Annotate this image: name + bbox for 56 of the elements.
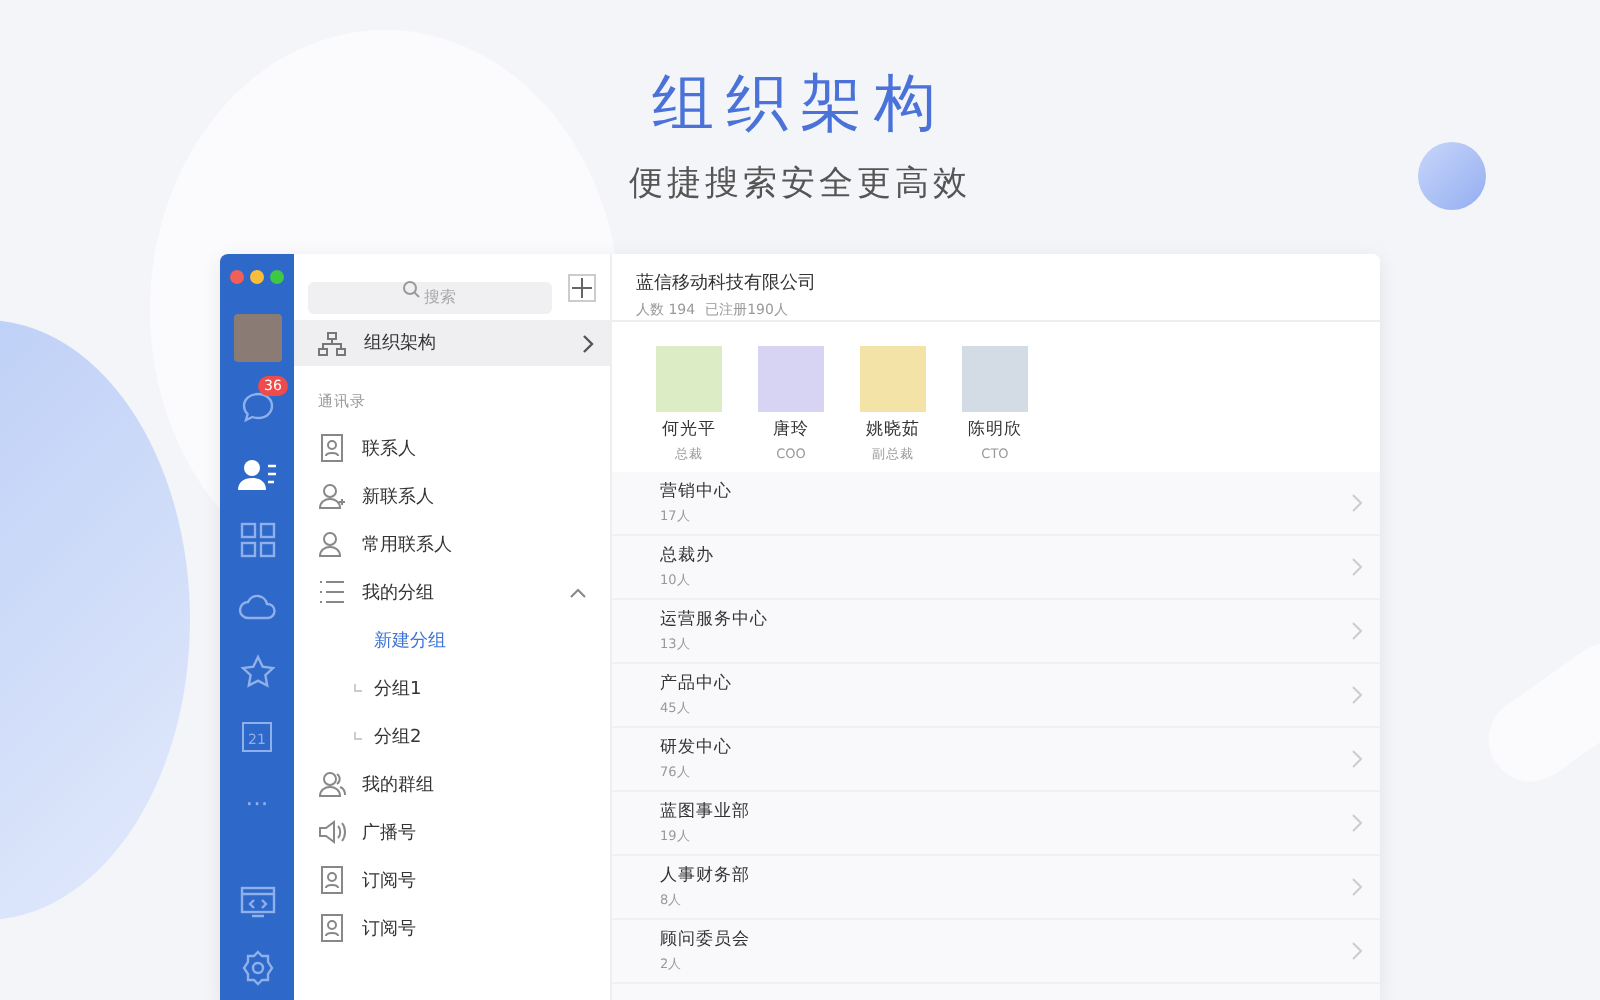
contact-list-item[interactable]: 我的群组 [294,760,610,808]
chat-icon [239,389,275,425]
minimize-icon[interactable] [250,270,264,284]
maximize-icon[interactable] [270,270,284,284]
org-chart-item[interactable]: 组织架构 [294,320,610,366]
avatar-placeholder[interactable] [233,314,281,362]
contact-list-item[interactable]: 订阅号 [294,856,610,904]
search-icon [402,279,420,297]
executive-name: 何光平 [662,418,716,442]
person-icon [318,482,346,510]
chevron-right-icon [1352,622,1362,640]
settings-icon [239,949,275,985]
contact-list-item[interactable]: 常用联系人 [294,520,610,568]
chevron-right-icon [582,333,594,353]
contact-list-item[interactable]: 我的分组 [294,568,610,616]
executive-name: 陈明欣 [968,418,1022,442]
tree-connector-icon [354,732,362,740]
person-icon [318,770,346,798]
contact-card-icon [318,914,346,942]
cloud-icon [237,591,277,619]
hierarchy-icon [318,331,346,355]
close-icon[interactable] [230,270,244,284]
background-circle [1418,142,1486,210]
code-window-icon [239,885,275,917]
group-list-item[interactable]: 新建分组 [294,616,610,664]
group-list-item[interactable]: 分组2 [294,712,610,760]
person-icon [318,530,346,558]
contact-list-item[interactable]: 广播号 [294,808,610,856]
hero-subtitle: 便捷搜索安全更高效 [629,162,971,206]
contacts-icon [237,455,277,491]
speaker-icon [318,818,346,846]
contact-card-icon [318,434,346,462]
chevron-right-icon [1352,878,1362,896]
star-icon [239,653,275,689]
list-icon [318,578,346,606]
grid-icon [239,521,275,557]
plus-icon [572,278,592,298]
chevron-right-icon [1352,558,1362,576]
company-name: 蓝信移动科技有限公司 [636,271,818,296]
chevron-right-icon [1352,942,1362,960]
chevron-right-icon [1352,494,1362,512]
chevron-right-icon [1352,814,1362,832]
search-field[interactable]: 搜索 [308,281,552,313]
hero-title: 组织架构 [652,66,948,144]
group-list-item[interactable]: 分组1 [294,664,610,712]
add-button[interactable] [568,274,596,302]
more-icon: ··· [245,789,269,817]
executive-name: 唐玲 [773,418,809,442]
contact-list-item[interactable]: 联系人 [294,424,610,472]
chevron-right-icon [1352,750,1362,768]
executive-name: 姚晓茹 [866,418,920,442]
contact-card-icon [318,866,346,894]
chevron-right-icon [1352,686,1362,704]
contact-list-item[interactable]: 订阅号 [294,904,610,952]
contact-list-item[interactable]: 新联系人 [294,472,610,520]
tree-connector-icon [354,684,362,692]
